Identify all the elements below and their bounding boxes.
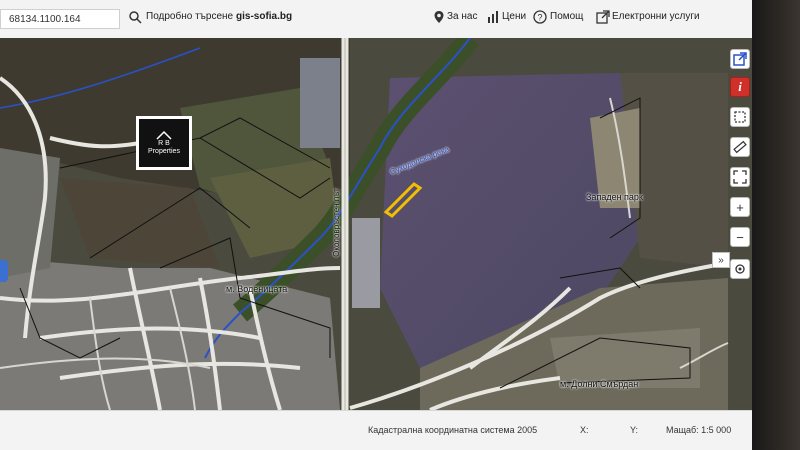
zoom-in-button[interactable]: + [730,197,750,217]
advanced-search-link[interactable]: Подробно търсене [146,11,233,22]
svg-text:?: ? [537,13,542,23]
zoom-out-button[interactable]: − [730,227,750,247]
help-link[interactable]: Помощ [550,11,583,22]
ruler-icon [733,140,747,154]
monitor-bezel [752,0,800,450]
about-link[interactable]: За нас [447,11,477,22]
fit-extent-button[interactable] [730,167,750,187]
locate-button[interactable] [730,259,750,279]
search-input[interactable]: 68134.1100.164 [0,9,120,29]
site-name[interactable]: gis-sofia.bg [236,11,292,22]
x-coord-label: X: [580,425,589,435]
search-value: 68134.1100.164 [9,14,81,25]
rb-properties-logo: R B Properties [136,116,192,170]
coord-system-label: Кадастрална координатна система 2005 [368,425,538,435]
label-vodenitsata: м. Воденицата [226,284,288,294]
selection-icon [734,111,746,123]
external-link-icon [596,10,610,24]
prices-link[interactable]: Цени [502,11,526,22]
satellite-map [0,38,752,410]
search-icon [129,11,142,24]
target-icon [735,264,745,274]
urban-area [352,218,380,308]
label-dolni-smardan: м. Долни Смърдан [560,379,639,389]
info-icon: i [738,79,742,94]
e-services-link[interactable]: Електронни услуги [612,11,700,22]
expand-toolbar-button[interactable]: » [712,252,730,268]
label-main-road: Околовръстен път [331,188,341,257]
prices-icon [488,11,498,23]
house-icon [156,130,172,140]
measure-button[interactable] [730,137,750,157]
help-icon: ? [533,10,547,24]
urban-area [300,58,340,148]
map-view[interactable]: R B Properties Западен парк м. Воденицат… [0,38,752,410]
logo-line2: Properties [148,148,180,155]
open-window-button[interactable] [730,49,750,69]
select-area-button[interactable] [730,107,750,127]
logo-line1: R B [158,140,170,147]
location-pin-icon [434,11,444,23]
y-coord-label: Y: [630,425,639,435]
fullscreen-icon [733,170,747,184]
external-link-icon [733,52,747,66]
app-window: 68134.1100.164 Подробно търсене gis-sofi… [0,0,752,450]
scale-label: Мащаб: 1:5 000 [666,425,732,435]
info-button[interactable]: i [730,77,750,97]
top-bar: 68134.1100.164 Подробно търсене gis-sofi… [0,0,752,39]
side-panel-toggle[interactable] [0,260,8,282]
label-zapaden-park: Западен парк [586,192,643,202]
status-bar: Кадастрална координатна система 2005 X: … [0,410,752,450]
